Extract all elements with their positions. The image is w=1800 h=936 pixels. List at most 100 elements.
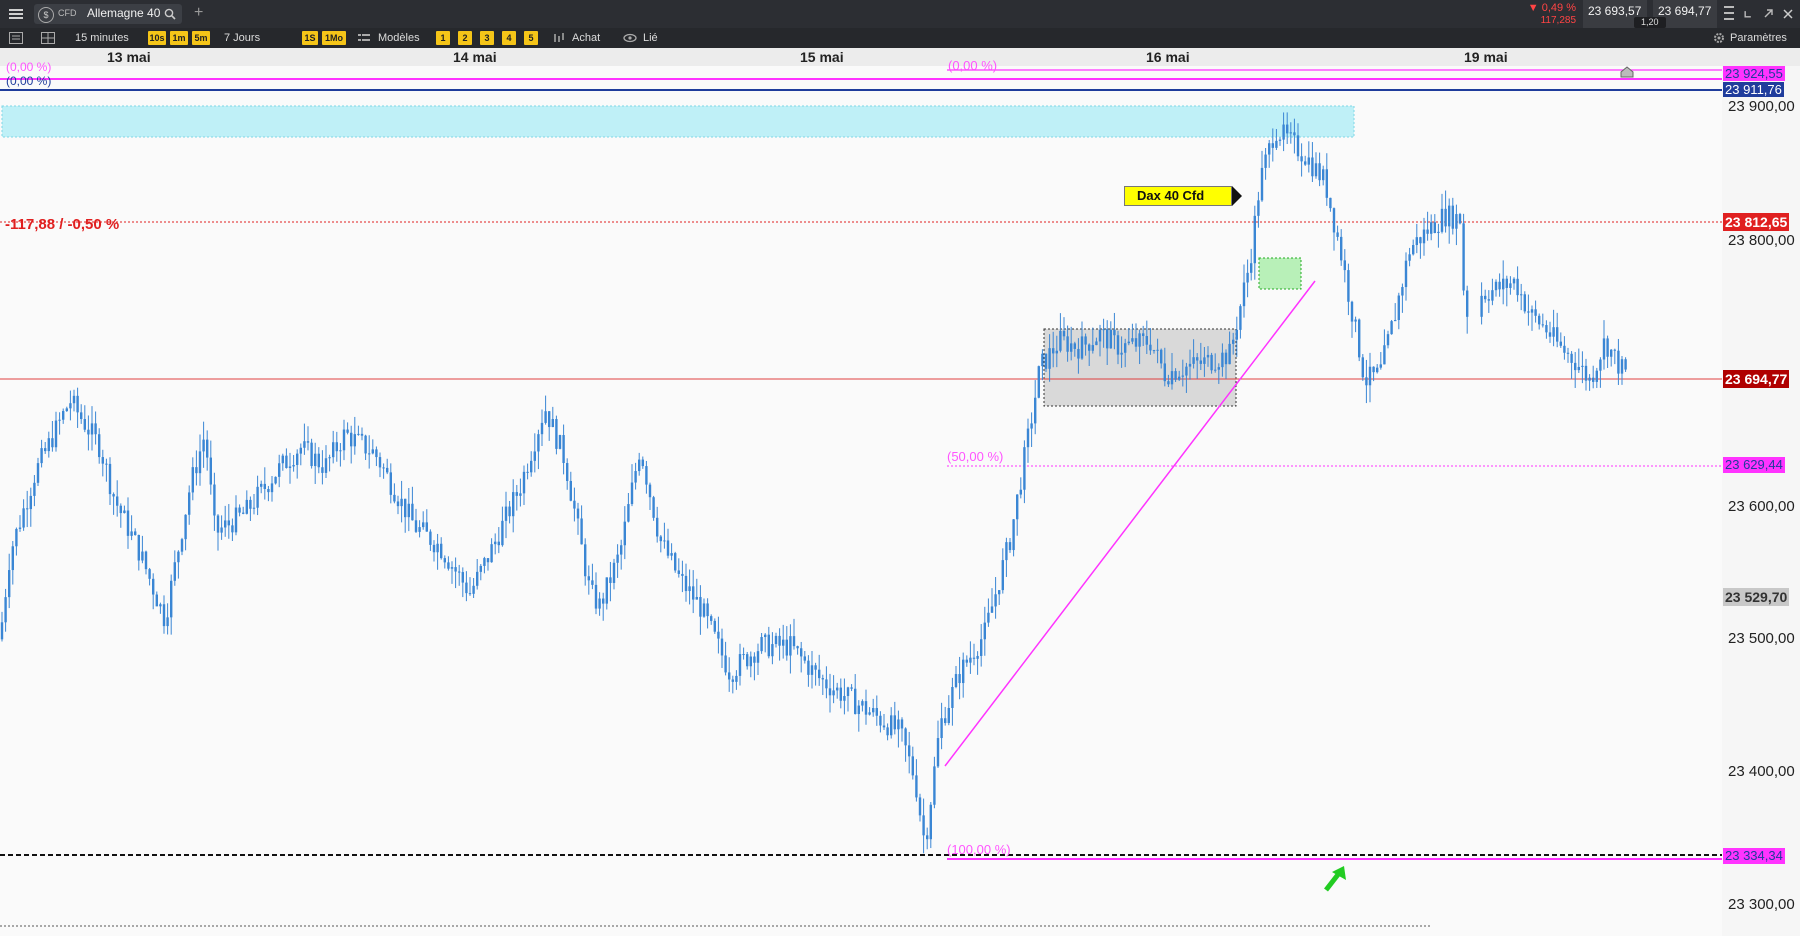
candle-body <box>238 507 241 513</box>
candle-body <box>544 411 547 423</box>
candle-body <box>1329 197 1332 209</box>
candle-body <box>587 576 590 581</box>
y-tick-label: 23 400,00 <box>1728 763 1795 780</box>
detach-icon[interactable] <box>1760 6 1776 22</box>
candle-body <box>771 644 774 657</box>
candle-body <box>1343 260 1346 271</box>
candle-body <box>1322 169 1325 181</box>
interval-1m[interactable]: 1m <box>170 31 188 45</box>
candle-body <box>1448 205 1451 227</box>
candle-body <box>382 467 385 469</box>
candle-body <box>767 634 770 657</box>
panel-icon[interactable] <box>8 31 24 45</box>
candle-body <box>450 567 454 569</box>
candle-body <box>731 679 734 682</box>
layout-button-5[interactable]: 5 <box>524 31 538 45</box>
candle-body <box>1386 334 1390 346</box>
candle-body <box>760 637 763 652</box>
candle-body <box>742 654 745 656</box>
candle-body <box>1185 366 1188 376</box>
candle-body <box>76 395 79 413</box>
candle-body <box>209 457 212 485</box>
models-menu[interactable]: Modèles <box>378 31 420 45</box>
candle-body <box>566 463 569 481</box>
candlestick <box>558 434 562 450</box>
interval-10s[interactable]: 10s <box>148 31 166 45</box>
candle-body <box>468 593 472 595</box>
instrument-tab[interactable]: $ CFD Allemagne 40 <box>34 4 182 24</box>
period-select[interactable]: 7 Jours <box>224 31 260 45</box>
candle-body <box>1113 329 1116 336</box>
candle-body <box>785 639 788 656</box>
menu-icon[interactable] <box>8 6 24 22</box>
period-1s[interactable]: 1S <box>302 31 318 45</box>
period-1mo[interactable]: 1Mo <box>322 31 346 45</box>
chart-toolbar: 15 minutes 10s 1m 5m 7 Jours 1S 1Mo Modè… <box>0 28 1800 48</box>
candle-body <box>306 441 310 443</box>
candle-body <box>515 492 518 496</box>
chart-area[interactable]: 23 900,00 23 800,00 23 600,00 23 500,00 … <box>0 58 1800 936</box>
interval-select[interactable]: 15 minutes <box>75 31 129 45</box>
candle-body <box>1354 319 1357 322</box>
candle-body <box>173 562 176 581</box>
buy-button[interactable]: Achat <box>572 31 600 45</box>
candle-body <box>267 488 270 493</box>
candle-body <box>1023 447 1026 490</box>
instrument-name: Allemagne 40 <box>87 6 161 20</box>
candle-body <box>314 453 317 467</box>
interval-5m[interactable]: 5m <box>192 31 210 45</box>
grid-layout-icon[interactable] <box>40 31 56 45</box>
y-tick-label: 23 300,00 <box>1728 896 1795 913</box>
candle-body <box>72 395 76 404</box>
layout-button-1[interactable]: 1 <box>436 31 450 45</box>
minimize-icon[interactable] <box>1740 6 1756 22</box>
candlestick <box>274 476 277 485</box>
fib-50-price-tag: 23 629,44 <box>1723 457 1785 473</box>
candle-body <box>681 573 684 576</box>
candle-body <box>260 483 263 487</box>
list-icon[interactable] <box>1722 2 1736 26</box>
candle-body <box>512 492 515 517</box>
candlestick <box>1358 318 1361 362</box>
candle-body <box>1484 295 1487 300</box>
layout-button-4[interactable]: 4 <box>502 31 516 45</box>
candle-body <box>1070 343 1073 352</box>
candle-body <box>353 434 356 447</box>
linked-button[interactable]: Lié <box>643 31 658 45</box>
candle-body <box>285 455 288 468</box>
candle-body <box>533 451 536 461</box>
gear-icon[interactable] <box>1712 31 1726 45</box>
y-tick-label: 23 600,00 <box>1728 498 1795 515</box>
candle-body <box>407 503 410 518</box>
candle-body <box>476 571 479 586</box>
layout-button-2[interactable]: 2 <box>458 31 472 45</box>
label-pointer <box>1232 186 1242 206</box>
candle-body <box>371 449 374 454</box>
marker-price-tag: 23 529,70 <box>1723 588 1790 606</box>
candle-body <box>1365 377 1368 386</box>
layout-button-3[interactable]: 3 <box>480 31 494 45</box>
candle-body <box>1106 329 1109 349</box>
candle-body <box>1595 370 1598 382</box>
green-arrow-icon <box>1322 864 1348 892</box>
instrument-type: CFD <box>58 8 77 18</box>
candle-body <box>364 435 367 454</box>
add-tab-button[interactable]: + <box>194 4 203 22</box>
search-icon[interactable] <box>162 6 178 22</box>
candle-body <box>832 690 835 696</box>
candle-body <box>573 500 576 509</box>
settings-button[interactable]: Paramètres <box>1730 31 1787 45</box>
candle-body <box>1350 301 1354 322</box>
candlestick <box>1361 354 1364 381</box>
price-chart[interactable] <box>0 66 1800 936</box>
candle-body <box>648 484 652 498</box>
candle-body <box>980 639 983 656</box>
candle-body <box>598 598 601 609</box>
alert-bell-icon[interactable] <box>1620 66 1634 78</box>
close-icon[interactable] <box>1780 6 1796 22</box>
gap-box <box>1258 257 1302 290</box>
candle-body <box>324 458 328 473</box>
candle-body <box>357 433 360 435</box>
candle-body <box>933 766 936 805</box>
candle-body <box>245 499 248 514</box>
